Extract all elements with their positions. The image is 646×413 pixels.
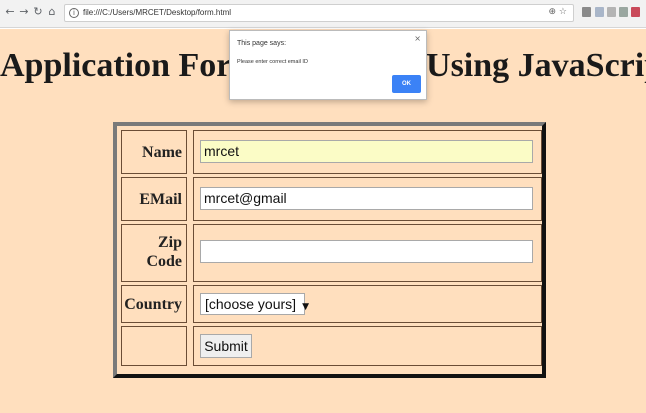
alert-title: This page says: (237, 40, 287, 47)
country-select[interactable]: [choose yours] ▼ (200, 293, 309, 315)
forward-icon[interactable]: → (18, 5, 30, 19)
submit-button[interactable]: Submit (200, 334, 252, 358)
zip-label-line1: Zip (157, 234, 182, 251)
browser-toolbar: ← → ↻ ⌂ i file:///C:/Users/MRCET/Desktop… (0, 0, 646, 28)
extension-search-icon[interactable] (595, 7, 604, 17)
home-icon[interactable]: ⌂ (46, 5, 58, 19)
name-field[interactable]: mrcet (200, 140, 533, 163)
reload-icon[interactable]: ↻ (32, 5, 44, 19)
zip-label-line2: Code (146, 253, 182, 270)
ok-button[interactable]: OK (392, 75, 421, 93)
info-icon[interactable]: i (69, 8, 79, 18)
email-label: EMail (139, 191, 182, 208)
extension-doc-icon[interactable] (607, 7, 616, 17)
back-icon[interactable]: ← (4, 5, 16, 19)
alert-dialog: This page says: × Please enter correct e… (229, 30, 427, 100)
dropdown-arrow-icon: ▼ (302, 302, 309, 312)
country-selected-value: [choose yours] (205, 296, 297, 312)
name-label: Name (142, 144, 182, 161)
alert-message: Please enter correct email ID (237, 59, 308, 65)
address-bar[interactable]: i file:///C:/Users/MRCET/Desktop/form.ht… (64, 4, 574, 22)
application-form: Name mrcet EMail mrcet@gmail Zip Code Co… (113, 122, 546, 378)
extension-red-icon[interactable] (631, 7, 640, 17)
email-field[interactable]: mrcet@gmail (200, 187, 533, 210)
country-label: Country (124, 296, 182, 313)
url-text[interactable]: file:///C:/Users/MRCET/Desktop/form.html (83, 8, 231, 17)
zoom-bookmark-icons[interactable]: ⊕ ☆ (549, 7, 567, 17)
extension-app-icon[interactable] (619, 7, 628, 17)
zip-field[interactable] (200, 240, 533, 263)
close-icon[interactable]: × (414, 34, 421, 43)
extension-pen-icon[interactable] (582, 7, 591, 17)
